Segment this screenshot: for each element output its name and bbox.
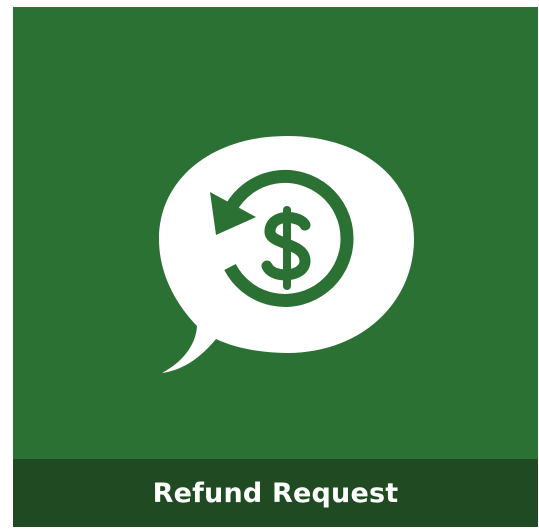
tile-hero bbox=[13, 7, 538, 459]
refund-request-icon bbox=[159, 136, 414, 373]
tile-label: Refund Request bbox=[152, 477, 399, 509]
tile-caption: Refund Request bbox=[13, 459, 538, 527]
refund-request-tile[interactable]: Refund Request bbox=[13, 7, 538, 527]
